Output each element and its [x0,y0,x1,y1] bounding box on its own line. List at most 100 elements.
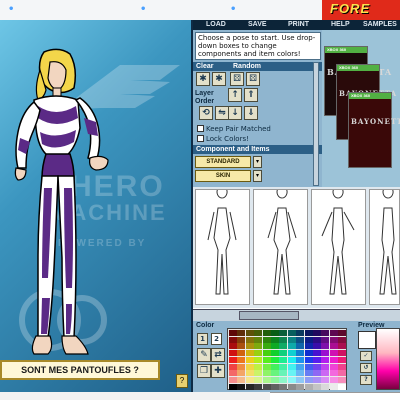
color-swatch[interactable] [237,330,246,336]
color-swatch[interactable] [245,343,254,350]
color-swatch[interactable] [254,336,263,343]
color-swatch[interactable] [271,350,279,357]
color-swatch[interactable] [329,343,338,350]
pose-thumbnail[interactable] [195,185,250,305]
reset-color-button[interactable]: ↺ [360,363,372,373]
color-swatch[interactable] [262,330,271,336]
color-swatch[interactable] [304,350,313,357]
random-item-button[interactable]: ⚄ [230,72,244,86]
color-swatch[interactable] [313,356,321,363]
color-swatch[interactable] [338,356,347,363]
pose-thumbnail[interactable] [369,185,400,305]
color-swatch[interactable] [279,370,288,377]
color-swatch[interactable] [287,350,296,357]
color-swatch[interactable] [338,363,347,370]
color-swatch[interactable] [338,350,347,357]
color-swatch[interactable] [313,350,321,357]
menu-save[interactable]: SAVE [248,20,267,30]
color-swatch[interactable] [313,336,321,343]
color-swatch[interactable] [279,383,288,390]
color-swatch[interactable] [237,356,246,363]
color-swatch[interactable] [245,350,254,357]
color-swatch[interactable] [296,383,305,390]
color-swatch[interactable] [313,363,321,370]
eyedropper-button[interactable]: ✎ [197,348,211,362]
color-swatch[interactable] [321,330,330,336]
color-swatch[interactable] [229,370,237,377]
color-swatch[interactable] [321,383,330,390]
color-swatch[interactable] [296,356,305,363]
color-swatch[interactable] [237,343,246,350]
color-swatch[interactable] [287,383,296,390]
color-tab-1[interactable]: 1 [197,333,208,345]
color-swatch[interactable] [338,336,347,343]
apply-color-button[interactable]: ✓ [360,351,372,361]
color-swatch[interactable] [229,356,237,363]
color-swatch[interactable] [279,330,288,336]
color-swatch[interactable] [304,363,313,370]
color-swatch[interactable] [321,356,330,363]
color-swatch[interactable] [287,370,296,377]
stage-corner-button[interactable]: ? [176,374,188,388]
color-swatch[interactable] [304,383,313,390]
layer-bottom-button[interactable]: ⇓ [244,106,258,120]
color-swatch[interactable] [271,343,279,350]
tools-scrollbar[interactable] [313,62,319,186]
color-swatch[interactable] [254,383,263,390]
color-swatch[interactable] [262,363,271,370]
color-swatch[interactable] [287,343,296,350]
pose-scrollbar-thumb[interactable] [239,311,299,320]
color-swatch[interactable] [245,356,254,363]
pose-scrollbar[interactable] [193,309,400,321]
color-tab-2[interactable]: 2 [211,333,222,345]
color-swatch[interactable] [313,376,321,383]
lock-colors-checkbox[interactable] [197,135,204,142]
color-swatch[interactable] [329,356,338,363]
color-swatch[interactable] [279,350,288,357]
color-swatch[interactable] [279,336,288,343]
color-swatch[interactable] [321,350,330,357]
color-swatch[interactable] [262,376,271,383]
color-swatch[interactable] [304,330,313,336]
color-swatch[interactable] [287,330,296,336]
color-swatch[interactable] [296,336,305,343]
color-swatch[interactable] [287,356,296,363]
color-swatch[interactable] [262,350,271,357]
color-swatch[interactable] [296,376,305,383]
color-swatch[interactable] [338,383,347,390]
color-swatch[interactable] [229,350,237,357]
color-swatch[interactable] [262,336,271,343]
color-swatch[interactable] [237,350,246,357]
component-dropdown-arrow-icon[interactable]: ▾ [253,156,262,168]
color-swatch[interactable] [321,343,330,350]
color-swatch[interactable] [237,376,246,383]
menu-help[interactable]: HELP [331,20,350,30]
color-swatch[interactable] [254,370,263,377]
swap-color-button[interactable]: ⇄ [211,348,225,362]
color-swatch[interactable] [245,363,254,370]
color-swatch[interactable] [296,343,305,350]
layer-down-button[interactable]: ↓ [228,106,242,120]
color-swatch[interactable] [287,336,296,343]
color-swatch[interactable] [329,330,338,336]
clear-item-button[interactable]: ✱ [196,72,210,86]
color-swatch[interactable] [271,356,279,363]
color-swatch[interactable] [287,363,296,370]
color-swatch[interactable] [229,376,237,383]
color-swatch[interactable] [245,370,254,377]
color-swatch[interactable] [245,330,254,336]
color-swatch[interactable] [254,376,263,383]
color-swatch[interactable] [279,356,288,363]
color-swatch[interactable] [254,330,263,336]
color-swatch[interactable] [329,383,338,390]
color-swatch[interactable] [254,350,263,357]
color-swatch[interactable] [329,363,338,370]
character-stage[interactable]: HERO MACHINE POWERED BY SONT MES PANTOUF… [0,20,193,392]
color-swatch[interactable] [321,336,330,343]
color-swatch[interactable] [262,370,271,377]
color-swatch[interactable] [279,376,288,383]
color-swatch[interactable] [254,363,263,370]
color-swatch[interactable] [229,363,237,370]
color-swatch[interactable] [338,330,347,336]
color-swatch[interactable] [338,343,347,350]
